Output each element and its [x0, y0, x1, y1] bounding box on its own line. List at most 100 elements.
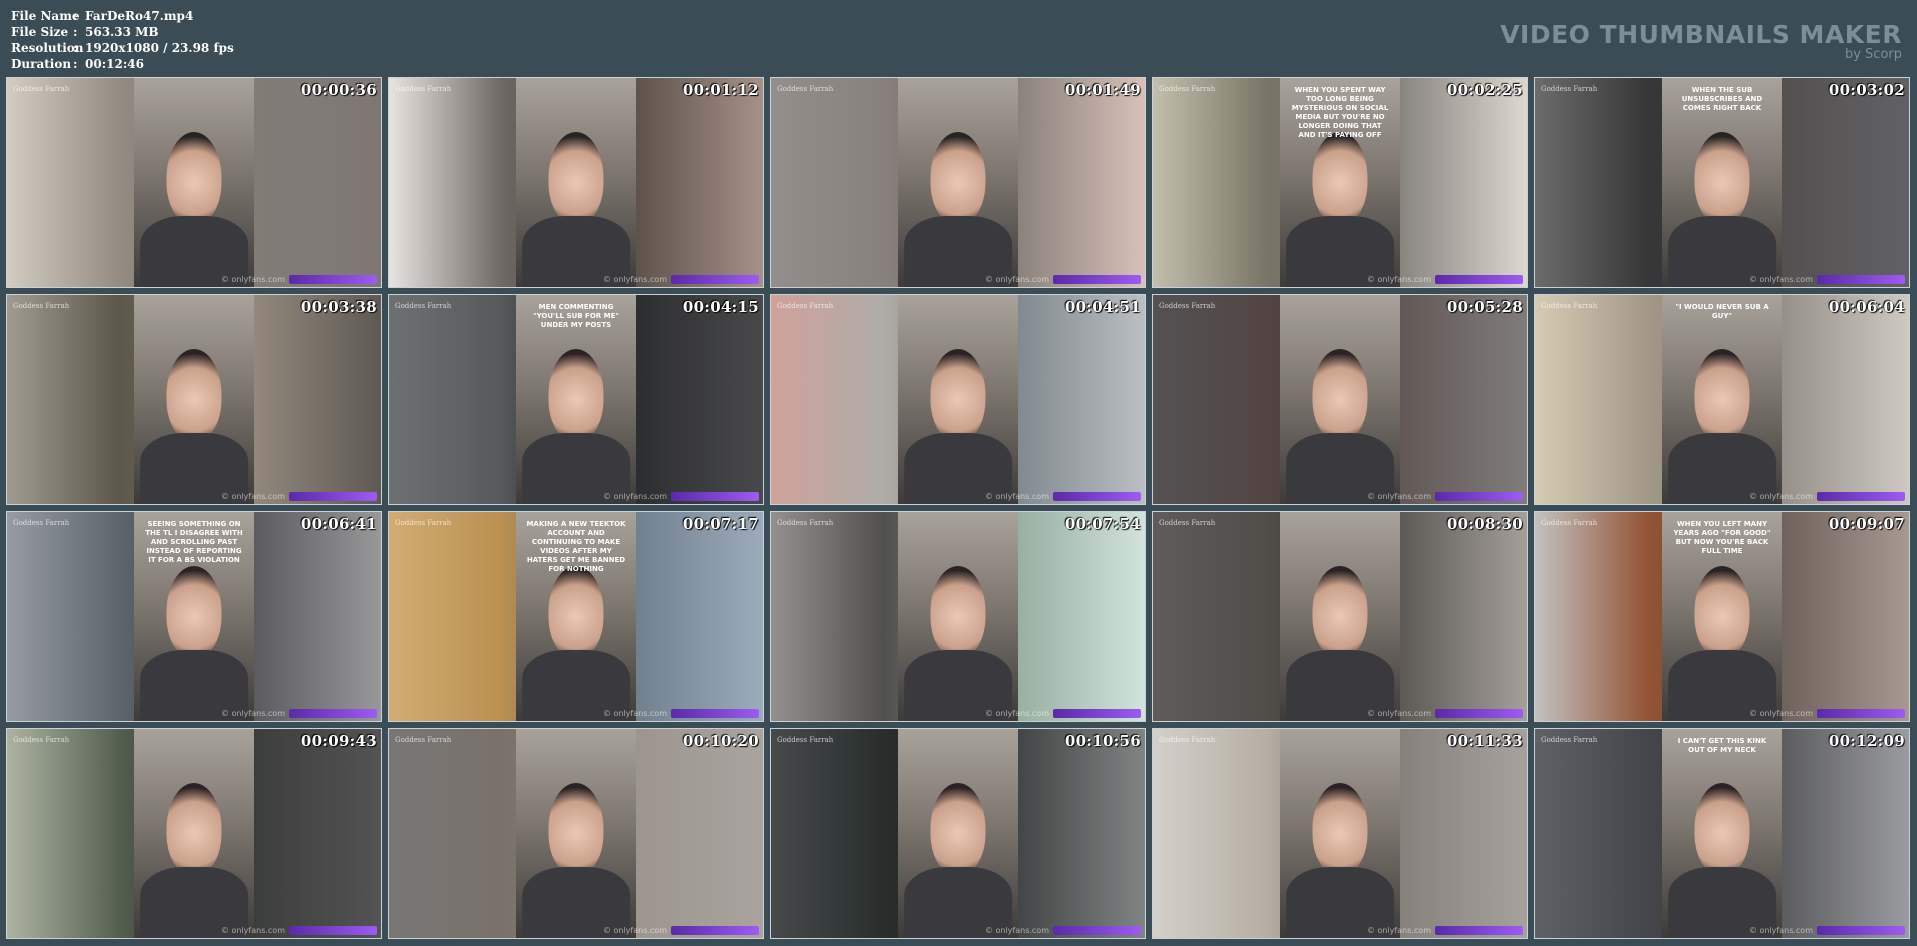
corner-watermark: Goddess Farrah	[777, 519, 834, 527]
blurred-background	[1399, 729, 1527, 938]
person-face	[1312, 566, 1368, 659]
corner-watermark: Goddess Farrah	[1541, 736, 1598, 744]
site-banner	[1053, 492, 1141, 501]
blurred-background	[635, 729, 763, 938]
corner-watermark: Goddess Farrah	[777, 85, 834, 93]
thumbnail-tile[interactable]: I CAN'T GET THIS KINK OUT OF MY NECK Godd…	[1534, 728, 1910, 939]
thumbnail-tile[interactable]: MAKING A NEW TEEKTOK ACCOUNT AND CONTINU…	[388, 511, 764, 722]
thumbnail-tile[interactable]: Goddess Farrah © onlyfans.com 00:01:49	[770, 77, 1146, 288]
thumbnail-tile[interactable]: Goddess Farrah © onlyfans.com 00:09:43	[6, 728, 382, 939]
site-banner	[1817, 492, 1905, 501]
site-banner	[671, 709, 759, 718]
thumbnail-tile[interactable]: Goddess Farrah © onlyfans.com 00:10:20	[388, 728, 764, 939]
file-name-row: File Name : FarDeRo47.mp4	[11, 8, 234, 24]
brand-subtitle: by Scorp	[1844, 47, 1902, 62]
corner-watermark: Goddess Farrah	[1159, 302, 1216, 310]
person-face	[166, 566, 222, 659]
bottom-watermark: © onlyfans.com	[220, 492, 285, 501]
duration-row: Duration : 00:12:46	[11, 56, 234, 72]
timestamp: 00:06:04	[1828, 298, 1905, 316]
site-banner	[289, 492, 377, 501]
thumbnail-tile[interactable]: SEEING SOMETHING ON THE TL I DISAGREE WI…	[6, 511, 382, 722]
bottom-watermark: © onlyfans.com	[602, 492, 667, 501]
thumbnail-tile[interactable]: "I WOULD NEVER SUB A GUY" Goddess Farrah ©…	[1534, 294, 1910, 505]
frame-caption: SEEING SOMETHING ON THE TL I DISAGREE WI…	[145, 520, 243, 564]
thumbnail-tile[interactable]: Goddess Farrah © onlyfans.com 00:05:28	[1152, 294, 1528, 505]
thumbnail-tile[interactable]: Goddess Farrah © onlyfans.com 00:07:54	[770, 511, 1146, 722]
thumbnail-tile[interactable]: Goddess Farrah © onlyfans.com 00:10:56	[770, 728, 1146, 939]
blurred-background	[1017, 78, 1145, 287]
timestamp: 00:07:17	[682, 515, 759, 533]
thumbnail-tile[interactable]: Goddess Farrah © onlyfans.com 00:11:33	[1152, 728, 1528, 939]
thumbnail-tile[interactable]: Goddess Farrah © onlyfans.com 00:00:36	[6, 77, 382, 288]
frame-caption: MEN COMMENTING "YOU'LL SUB FOR ME" UNDER…	[532, 303, 620, 329]
bottom-watermark: © onlyfans.com	[984, 492, 1049, 501]
thumbnail-tile[interactable]: Goddess Farrah © onlyfans.com 00:08:30	[1152, 511, 1528, 722]
blurred-background	[771, 729, 899, 938]
person-face	[1312, 783, 1368, 876]
bottom-watermark: © onlyfans.com	[1748, 926, 1813, 935]
separator: :	[73, 41, 78, 55]
blurred-background	[1781, 78, 1909, 287]
site-banner	[1435, 492, 1523, 501]
corner-watermark: Goddess Farrah	[395, 736, 452, 744]
corner-watermark: Goddess Farrah	[1159, 85, 1216, 93]
video-frame	[516, 729, 636, 938]
video-frame	[134, 729, 254, 938]
bottom-watermark: © onlyfans.com	[1748, 275, 1813, 284]
site-banner	[1435, 275, 1523, 284]
duration-label: Duration	[11, 57, 72, 71]
blurred-background	[1153, 78, 1281, 287]
thumbnail-tile[interactable]: Goddess Farrah © onlyfans.com 00:01:12	[388, 77, 764, 288]
separator: :	[73, 25, 78, 39]
video-frame: WHEN THE SUB UNSUBSCRIBES AND COMES RIGH…	[1662, 78, 1782, 287]
file-name-label: File Name	[11, 9, 80, 23]
thumbnail-tile[interactable]: MEN COMMENTING "YOU'LL SUB FOR ME" UNDER…	[388, 294, 764, 505]
person-face	[548, 783, 604, 876]
corner-watermark: Goddess Farrah	[395, 519, 452, 527]
video-frame	[898, 78, 1018, 287]
file-name-value: FarDeRo47.mp4	[85, 9, 194, 23]
corner-watermark: Goddess Farrah	[395, 85, 452, 93]
site-banner	[1435, 709, 1523, 718]
corner-watermark: Goddess Farrah	[13, 85, 70, 93]
blurred-background	[1535, 729, 1663, 938]
person-face	[930, 566, 986, 659]
bottom-watermark: © onlyfans.com	[1748, 709, 1813, 718]
video-frame: MEN COMMENTING "YOU'LL SUB FOR ME" UNDER…	[516, 295, 636, 504]
person-face	[930, 132, 986, 225]
blurred-background	[7, 512, 135, 721]
file-info: File Name : FarDeRo47.mp4 File Size : 56…	[11, 8, 234, 72]
thumbnail-tile[interactable]: Goddess Farrah © onlyfans.com 00:03:38	[6, 294, 382, 505]
frame-caption: WHEN YOU SPENT WAY TOO LONG BEING MYSTER…	[1291, 86, 1389, 139]
video-frame	[134, 78, 254, 287]
resolution-row: Resolution : 1920x1080 / 23.98 fps	[11, 40, 234, 56]
thumbnail-grid: Goddess Farrah © onlyfans.com 00:00:36 Godd…	[6, 77, 1910, 939]
site-banner	[1817, 926, 1905, 935]
blurred-background	[1017, 512, 1145, 721]
video-frame	[1280, 512, 1400, 721]
blurred-background	[1399, 78, 1527, 287]
blurred-background	[1017, 729, 1145, 938]
timestamp: 00:01:49	[1064, 81, 1141, 99]
thumbnail-tile[interactable]: Goddess Farrah © onlyfans.com 00:04:51	[770, 294, 1146, 505]
duration-value: 00:12:46	[85, 57, 144, 71]
timestamp: 00:02:25	[1446, 81, 1523, 99]
file-size-row: File Size : 563.33 MB	[11, 24, 234, 40]
timestamp: 00:03:38	[300, 298, 377, 316]
person-face	[548, 349, 604, 442]
timestamp: 00:04:15	[682, 298, 759, 316]
thumbnail-tile[interactable]: WHEN YOU LEFT MANY YEARS AGO "FOR GOOD" …	[1534, 511, 1910, 722]
video-frame: I CAN'T GET THIS KINK OUT OF MY NECK	[1662, 729, 1782, 938]
blurred-background	[1153, 512, 1281, 721]
thumbnail-tile[interactable]: WHEN THE SUB UNSUBSCRIBES AND COMES RIGH…	[1534, 77, 1910, 288]
timestamp: 00:07:54	[1064, 515, 1141, 533]
blurred-background	[635, 78, 763, 287]
separator: :	[73, 9, 78, 23]
file-size-value: 563.33 MB	[85, 25, 159, 39]
thumbnail-tile[interactable]: WHEN YOU SPENT WAY TOO LONG BEING MYSTER…	[1152, 77, 1528, 288]
timestamp: 00:12:09	[1828, 732, 1905, 750]
frame-caption: I CAN'T GET THIS KINK OUT OF MY NECK	[1677, 737, 1767, 754]
video-frame: "I WOULD NEVER SUB A GUY"	[1662, 295, 1782, 504]
blurred-background	[1153, 729, 1281, 938]
